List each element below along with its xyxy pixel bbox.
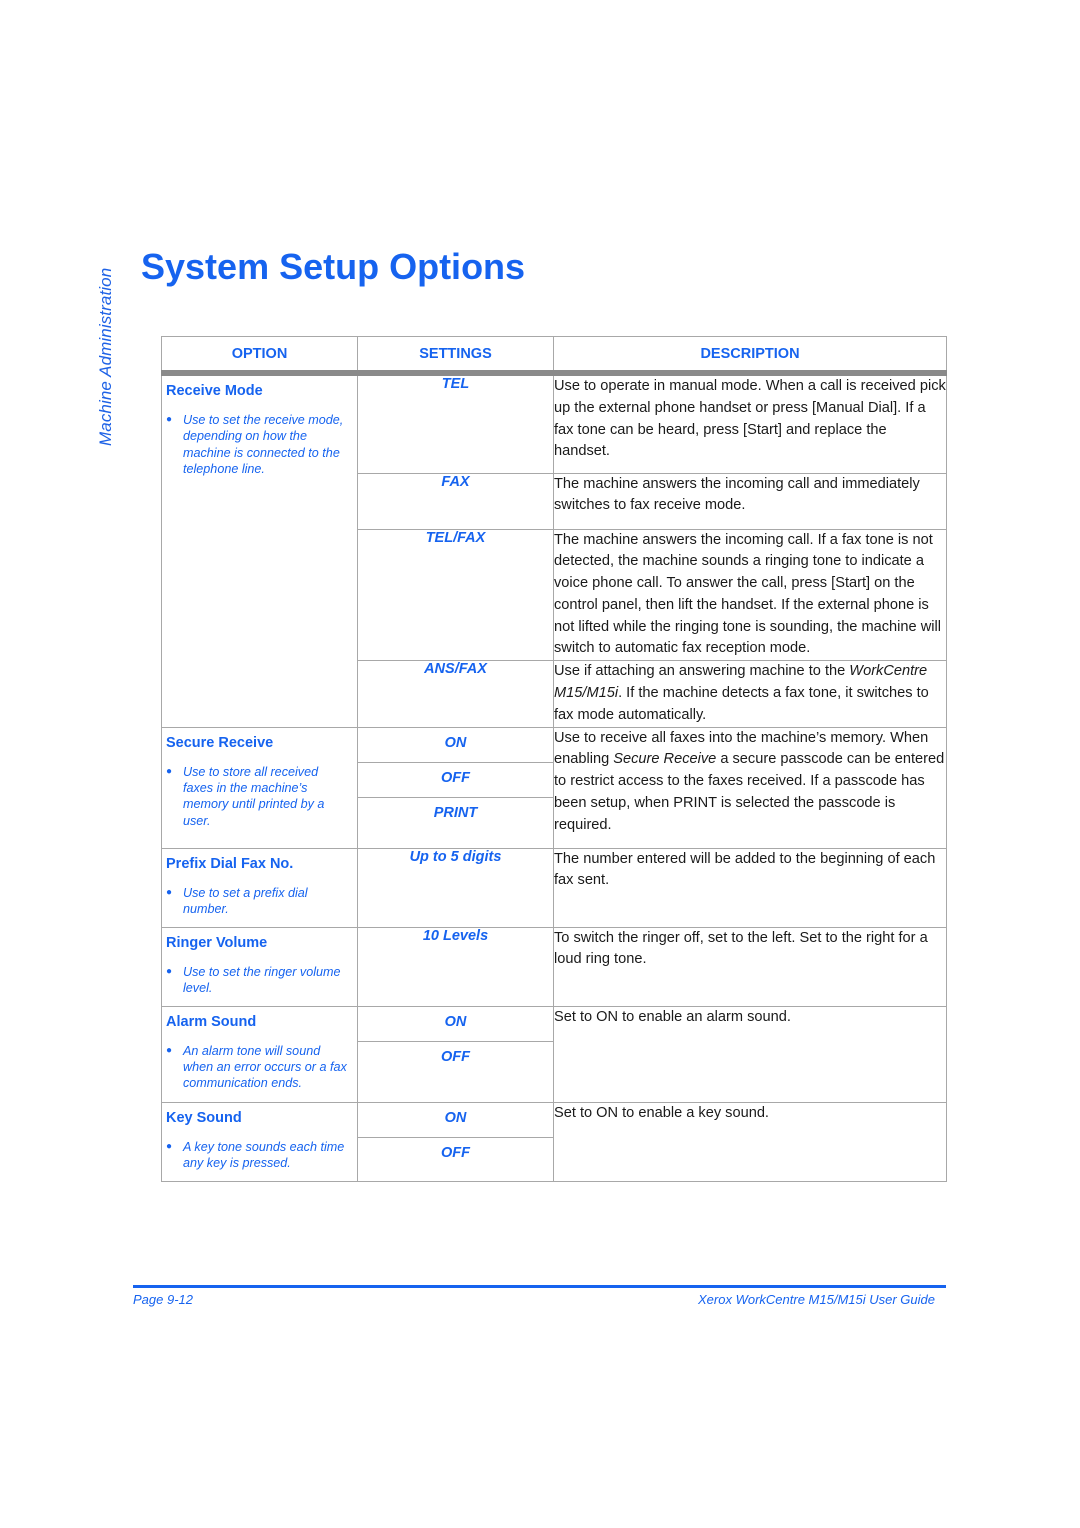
option-note: ● A key tone sounds each time any key is… <box>166 1139 351 1172</box>
option-note-text: A key tone sounds each time any key is p… <box>183 1139 345 1171</box>
section-side-label: Machine Administration <box>96 267 115 446</box>
table-row-receive-mode-tel: Receive Mode ● Use to set the receive mo… <box>161 372 947 728</box>
desc-text: Use if attaching an answering machine to… <box>554 663 850 680</box>
setting-description: Set to ON to enable a key sound. <box>553 1101 947 1182</box>
settings-stack: ON OFF <box>357 1005 554 1103</box>
option-note-text: Use to set a prefix dial number. <box>183 885 308 917</box>
settings-stack: ON OFF PRINT <box>357 726 554 849</box>
setting-value: 10 Levels <box>357 926 554 1007</box>
option-cell-receive-mode: Receive Mode ● Use to set the receive mo… <box>161 372 358 728</box>
table-row-key-sound: Key Sound ● A key tone sounds each time … <box>161 1101 947 1182</box>
option-note: ● Use to set the ringer volume level. <box>166 964 351 997</box>
option-note: ● An alarm tone will sound when an error… <box>166 1043 351 1092</box>
setting-value: FAX <box>357 472 554 530</box>
option-note: ● Use to store all received faxes in the… <box>166 764 351 830</box>
setting-value: OFF <box>358 1040 553 1065</box>
setting-value: OFF <box>358 1136 553 1161</box>
setting-value: ON <box>444 1013 467 1030</box>
table-row-prefix-dial: Prefix Dial Fax No. ● Use to set a prefi… <box>161 847 947 928</box>
bullet-icon: ● <box>166 965 173 977</box>
bullet-icon: ● <box>166 414 173 425</box>
option-note: ● Use to set a prefix dial number. <box>166 885 351 918</box>
option-name: Secure Receive <box>166 734 274 751</box>
bullet-icon: ● <box>166 1140 173 1152</box>
column-header-settings: SETTINGS <box>357 336 554 376</box>
bullet-icon: ● <box>166 765 173 777</box>
setting-value: PRINT <box>358 796 553 821</box>
option-cell-key-sound: Key Sound ● A key tone sounds each time … <box>161 1101 358 1182</box>
option-note-text: Use to set the receive mode, depending o… <box>183 413 344 477</box>
page-title: System Setup Options <box>141 246 526 287</box>
settings-stack: ON OFF <box>357 1101 554 1182</box>
bullet-icon: ● <box>166 886 173 898</box>
setting-description: Use if attaching an answering machine to… <box>553 660 947 728</box>
option-cell-prefix-dial: Prefix Dial Fax No. ● Use to set a prefi… <box>161 847 358 928</box>
setting-value: OFF <box>358 761 553 797</box>
option-note-text: Use to set the ringer volume level. <box>183 964 341 996</box>
setting-value: Up to 5 digits <box>357 847 554 928</box>
option-cell-secure-receive: Secure Receive ● Use to store all receiv… <box>161 726 358 849</box>
option-cell-ringer-volume: Ringer Volume ● Use to set the ringer vo… <box>161 926 358 1007</box>
option-cell-alarm-sound: Alarm Sound ● An alarm tone will sound w… <box>161 1005 358 1103</box>
option-note-text: Use to store all received faxes in the m… <box>183 764 325 828</box>
page-number: Page 9-12 <box>133 1292 193 1307</box>
option-name: Alarm Sound <box>166 1013 257 1030</box>
option-name: Key Sound <box>166 1109 242 1126</box>
emphasis: Secure Receive <box>613 751 717 768</box>
column-header-option: OPTION <box>161 336 358 376</box>
footer-rule <box>133 1285 946 1288</box>
bullet-icon: ● <box>166 1044 173 1056</box>
option-note-text: An alarm tone will sound when an error o… <box>183 1043 347 1091</box>
setting-value: TEL <box>357 372 554 474</box>
setting-value: TEL/FAX <box>357 528 554 662</box>
setting-value: ON <box>444 1109 467 1126</box>
setting-description: To switch the ringer off, set to the lef… <box>553 926 947 1007</box>
setting-description: Use to operate in manual mode. When a ca… <box>553 372 947 474</box>
setting-description: Set to ON to enable an alarm sound. <box>553 1005 947 1103</box>
option-name: Receive Mode <box>166 383 263 399</box>
table-row-ringer-volume: Ringer Volume ● Use to set the ringer vo… <box>161 926 947 1007</box>
column-header-description: DESCRIPTION <box>553 336 947 376</box>
system-setup-options-table: OPTION SETTINGS DESCRIPTION Receive Mode… <box>161 336 947 1182</box>
setting-description: The machine answers the incoming call. I… <box>553 528 947 662</box>
setting-description: Use to receive all faxes into the machin… <box>553 726 947 849</box>
setting-value: ON <box>444 734 467 751</box>
option-name: Ringer Volume <box>166 934 268 951</box>
table-row-alarm-sound: Alarm Sound ● An alarm tone will sound w… <box>161 1005 947 1103</box>
setting-description: The machine answers the incoming call an… <box>553 472 947 530</box>
setting-value: ANS/FAX <box>357 660 554 728</box>
table-row-secure-receive: Secure Receive ● Use to store all receiv… <box>161 726 947 849</box>
guide-title: Xerox WorkCentre M15/M15i User Guide <box>698 1292 935 1307</box>
setting-description: The number entered will be added to the … <box>553 847 947 928</box>
option-name: Prefix Dial Fax No. <box>166 855 294 872</box>
table-header-row: OPTION SETTINGS DESCRIPTION <box>161 336 947 376</box>
option-note: ● Use to set the receive mode, depending… <box>166 412 351 478</box>
